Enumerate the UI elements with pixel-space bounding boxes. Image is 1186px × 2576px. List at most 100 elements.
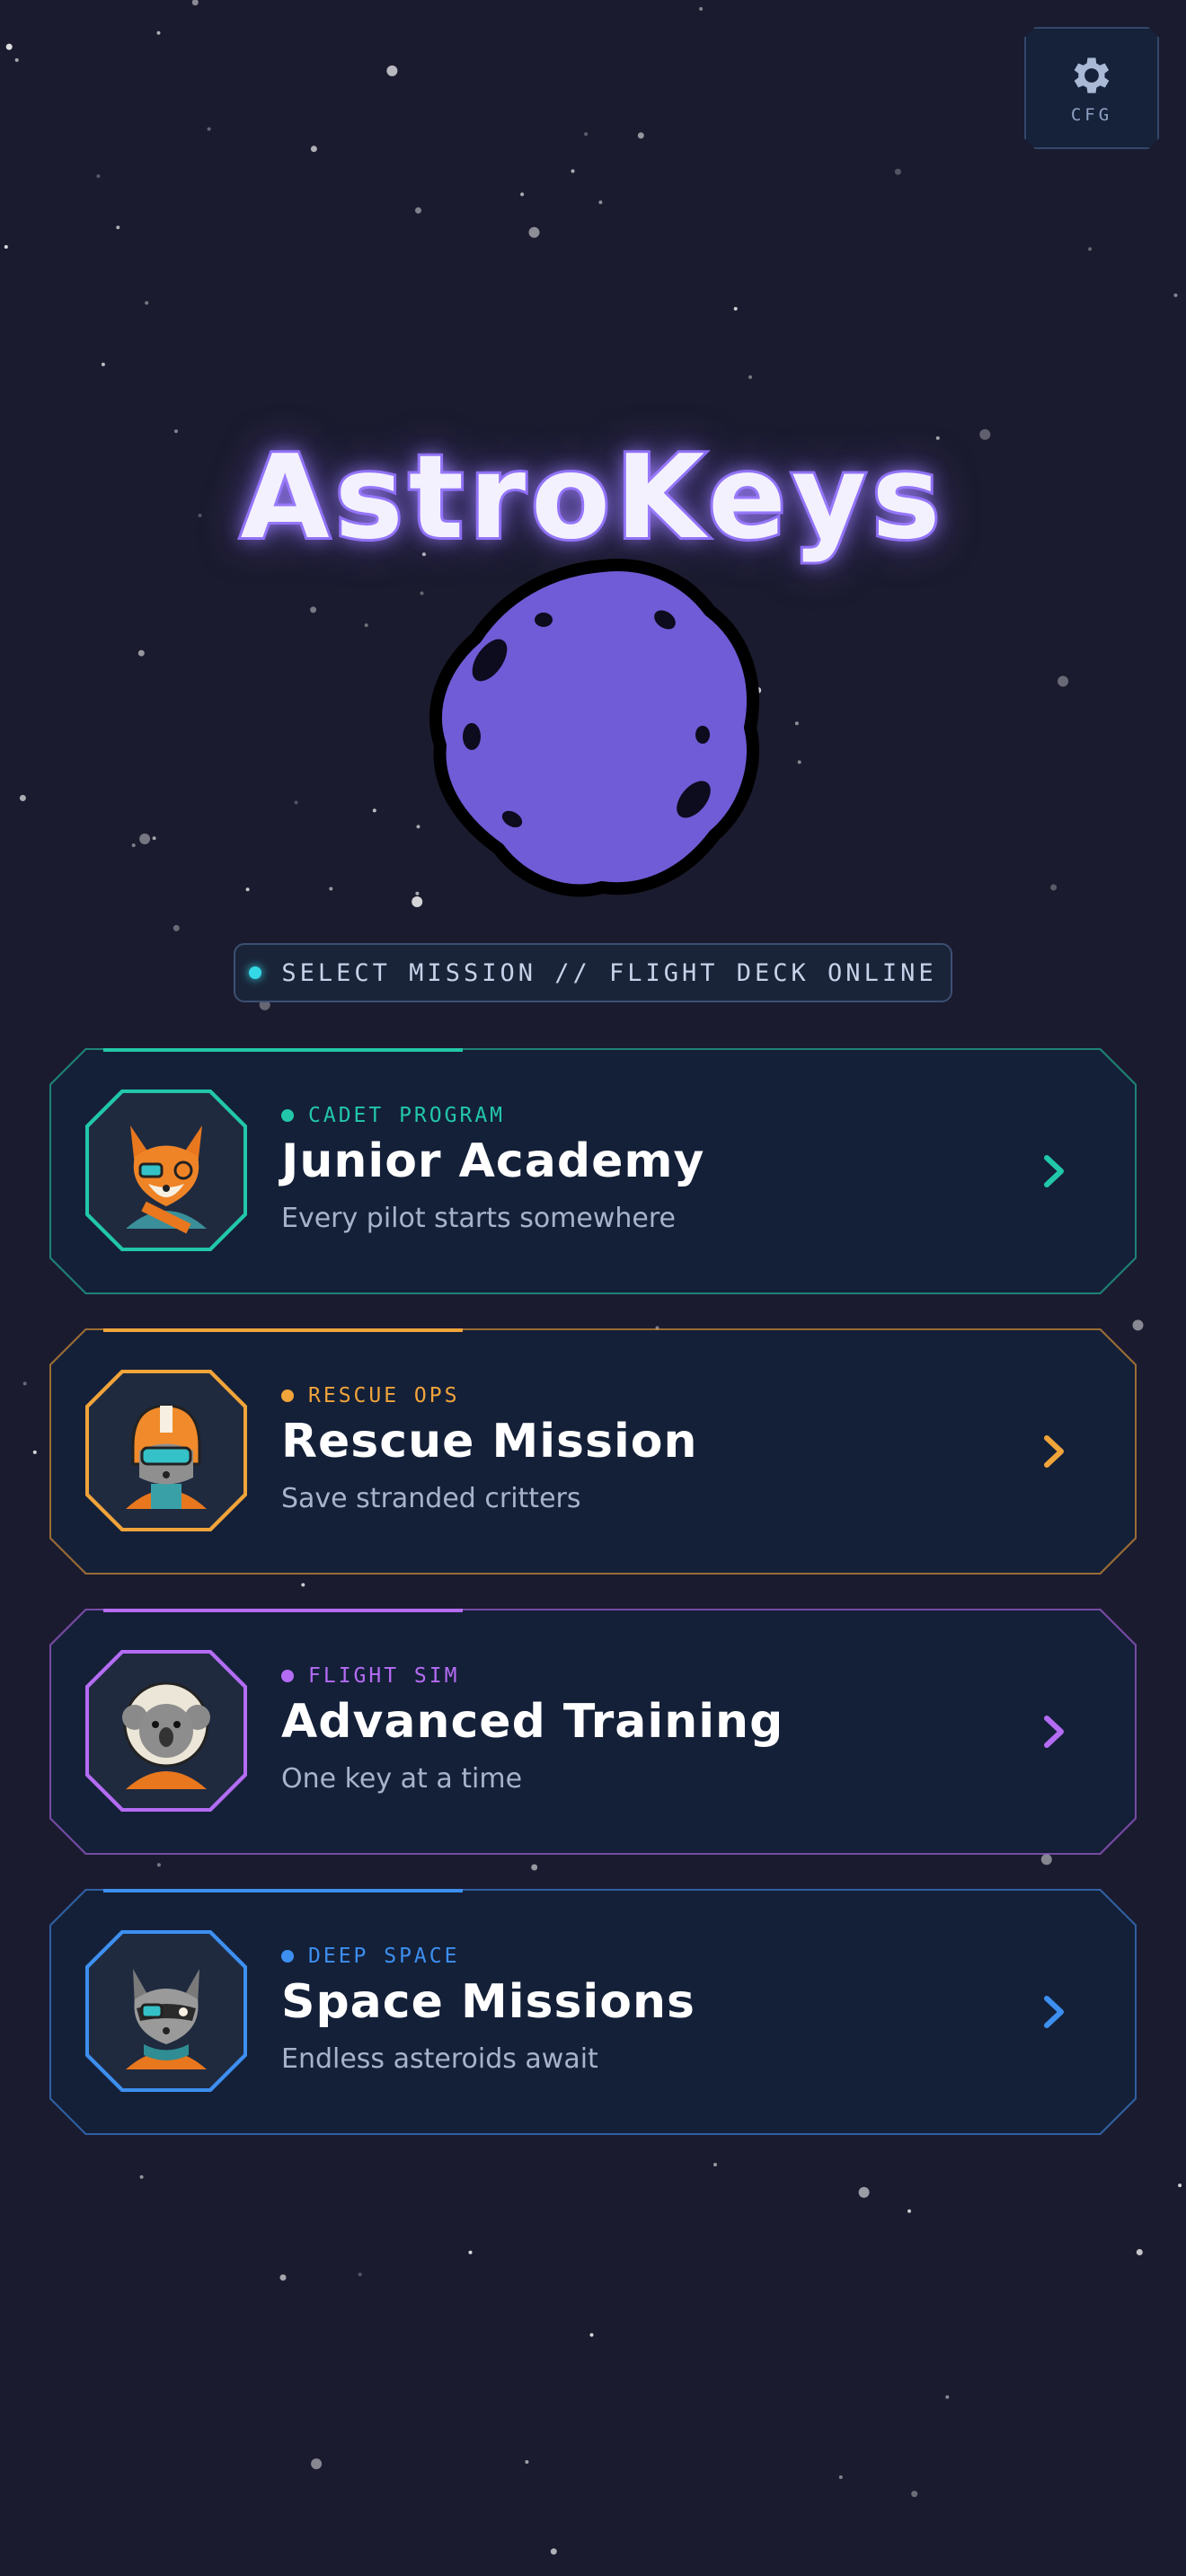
star — [22, 1381, 27, 1386]
star — [116, 225, 120, 230]
star — [589, 2333, 594, 2337]
star — [468, 2250, 473, 2254]
card-accent-line — [103, 1048, 463, 1052]
star — [301, 1583, 305, 1587]
avatar-frame — [85, 1370, 247, 1531]
star — [531, 1864, 538, 1871]
mission-tag: FLIGHT SIM — [308, 1664, 460, 1688]
mission-tag: DEEP SPACE — [308, 1945, 460, 1968]
star — [19, 795, 26, 801]
star — [911, 2491, 918, 2498]
star — [311, 2458, 323, 2470]
star — [550, 2548, 557, 2555]
star — [733, 306, 738, 311]
settings-label: CFG — [1070, 105, 1113, 125]
avatar-frame — [85, 1650, 247, 1812]
star — [156, 31, 161, 35]
star — [96, 174, 101, 179]
star — [4, 244, 8, 249]
tag-dot — [281, 1389, 294, 1402]
mission-subtitle: One key at a time — [281, 1763, 523, 1795]
star — [894, 168, 901, 175]
star — [364, 623, 368, 628]
card-accent-line — [103, 1328, 463, 1332]
star — [838, 2475, 843, 2479]
star — [907, 2209, 911, 2213]
star — [637, 132, 644, 139]
star — [5, 43, 13, 50]
mission-title: Space Missions — [281, 1975, 695, 2029]
raccoon-astronaut-icon — [99, 1944, 234, 2078]
tag-dot — [281, 1670, 294, 1682]
star — [1088, 247, 1093, 251]
star — [131, 843, 136, 848]
star — [145, 301, 149, 305]
gear-icon — [1067, 51, 1116, 100]
star — [32, 1450, 37, 1454]
card-accent-line — [103, 1609, 463, 1612]
star — [598, 200, 603, 205]
star — [294, 800, 298, 805]
star — [1178, 2183, 1182, 2188]
chevron-right-icon — [1036, 1709, 1072, 1754]
star — [156, 1863, 161, 1867]
mission-card-space-missions[interactable]: DEEP SPACE Space Missions Endless astero… — [49, 1889, 1137, 2135]
star — [1040, 1854, 1052, 1866]
star — [152, 836, 156, 841]
avatar-frame — [85, 1930, 247, 2092]
mission-tag: RESCUE OPS — [308, 1384, 460, 1407]
chevron-right-icon — [1036, 1429, 1072, 1474]
star — [945, 2395, 950, 2399]
star — [139, 2175, 144, 2179]
chevron-right-icon — [1036, 1989, 1072, 2034]
mission-card-rescue-mission[interactable]: RESCUE OPS Rescue Mission Save stranded … — [49, 1328, 1137, 1575]
status-text: SELECT MISSION // FLIGHT DECK ONLINE — [281, 958, 937, 987]
mission-title: Advanced Training — [281, 1695, 784, 1749]
star — [520, 192, 525, 197]
star — [699, 6, 704, 11]
mission-subtitle: Every pilot starts somewhere — [281, 1203, 676, 1234]
star — [415, 207, 421, 214]
app-title: AstroKeys — [238, 428, 946, 568]
status-indicator-dot — [249, 966, 262, 979]
star — [245, 887, 250, 892]
star — [713, 2163, 717, 2166]
star — [794, 721, 799, 726]
mission-card-advanced-training[interactable]: FLIGHT SIM Advanced Training One key at … — [49, 1609, 1137, 1855]
card-accent-line — [103, 1889, 463, 1892]
star — [372, 808, 376, 813]
star — [584, 132, 589, 137]
star — [329, 887, 333, 891]
mission-subtitle: Endless asteroids await — [281, 2043, 598, 2075]
avatar-frame — [85, 1090, 247, 1251]
star — [101, 362, 105, 366]
mission-card-junior-academy[interactable]: CADET PROGRAM Junior Academy Every pilot… — [49, 1048, 1137, 1294]
star — [139, 834, 151, 844]
star — [1132, 1319, 1144, 1331]
star — [207, 127, 211, 131]
settings-button[interactable]: CFG — [1024, 27, 1159, 149]
star — [797, 760, 801, 764]
raccoon-pilot-icon — [99, 1383, 234, 1518]
star — [571, 169, 575, 173]
star — [386, 65, 398, 76]
star — [191, 0, 199, 6]
star — [310, 146, 317, 153]
star — [1050, 884, 1058, 891]
star — [173, 924, 180, 931]
star — [358, 2272, 362, 2277]
mission-subtitle: Save stranded critters — [281, 1483, 581, 1514]
star — [1173, 293, 1178, 297]
star — [310, 606, 317, 613]
mission-title: Junior Academy — [281, 1134, 705, 1188]
tag-dot — [281, 1950, 294, 1963]
mission-tag: CADET PROGRAM — [308, 1104, 506, 1127]
mission-title: Rescue Mission — [281, 1415, 698, 1469]
star — [858, 2186, 870, 2198]
star — [14, 57, 19, 62]
star — [748, 375, 752, 379]
star — [1136, 2249, 1143, 2255]
asteroid-mascot-icon — [429, 559, 759, 897]
star — [525, 2460, 529, 2464]
tag-dot — [281, 1109, 294, 1122]
